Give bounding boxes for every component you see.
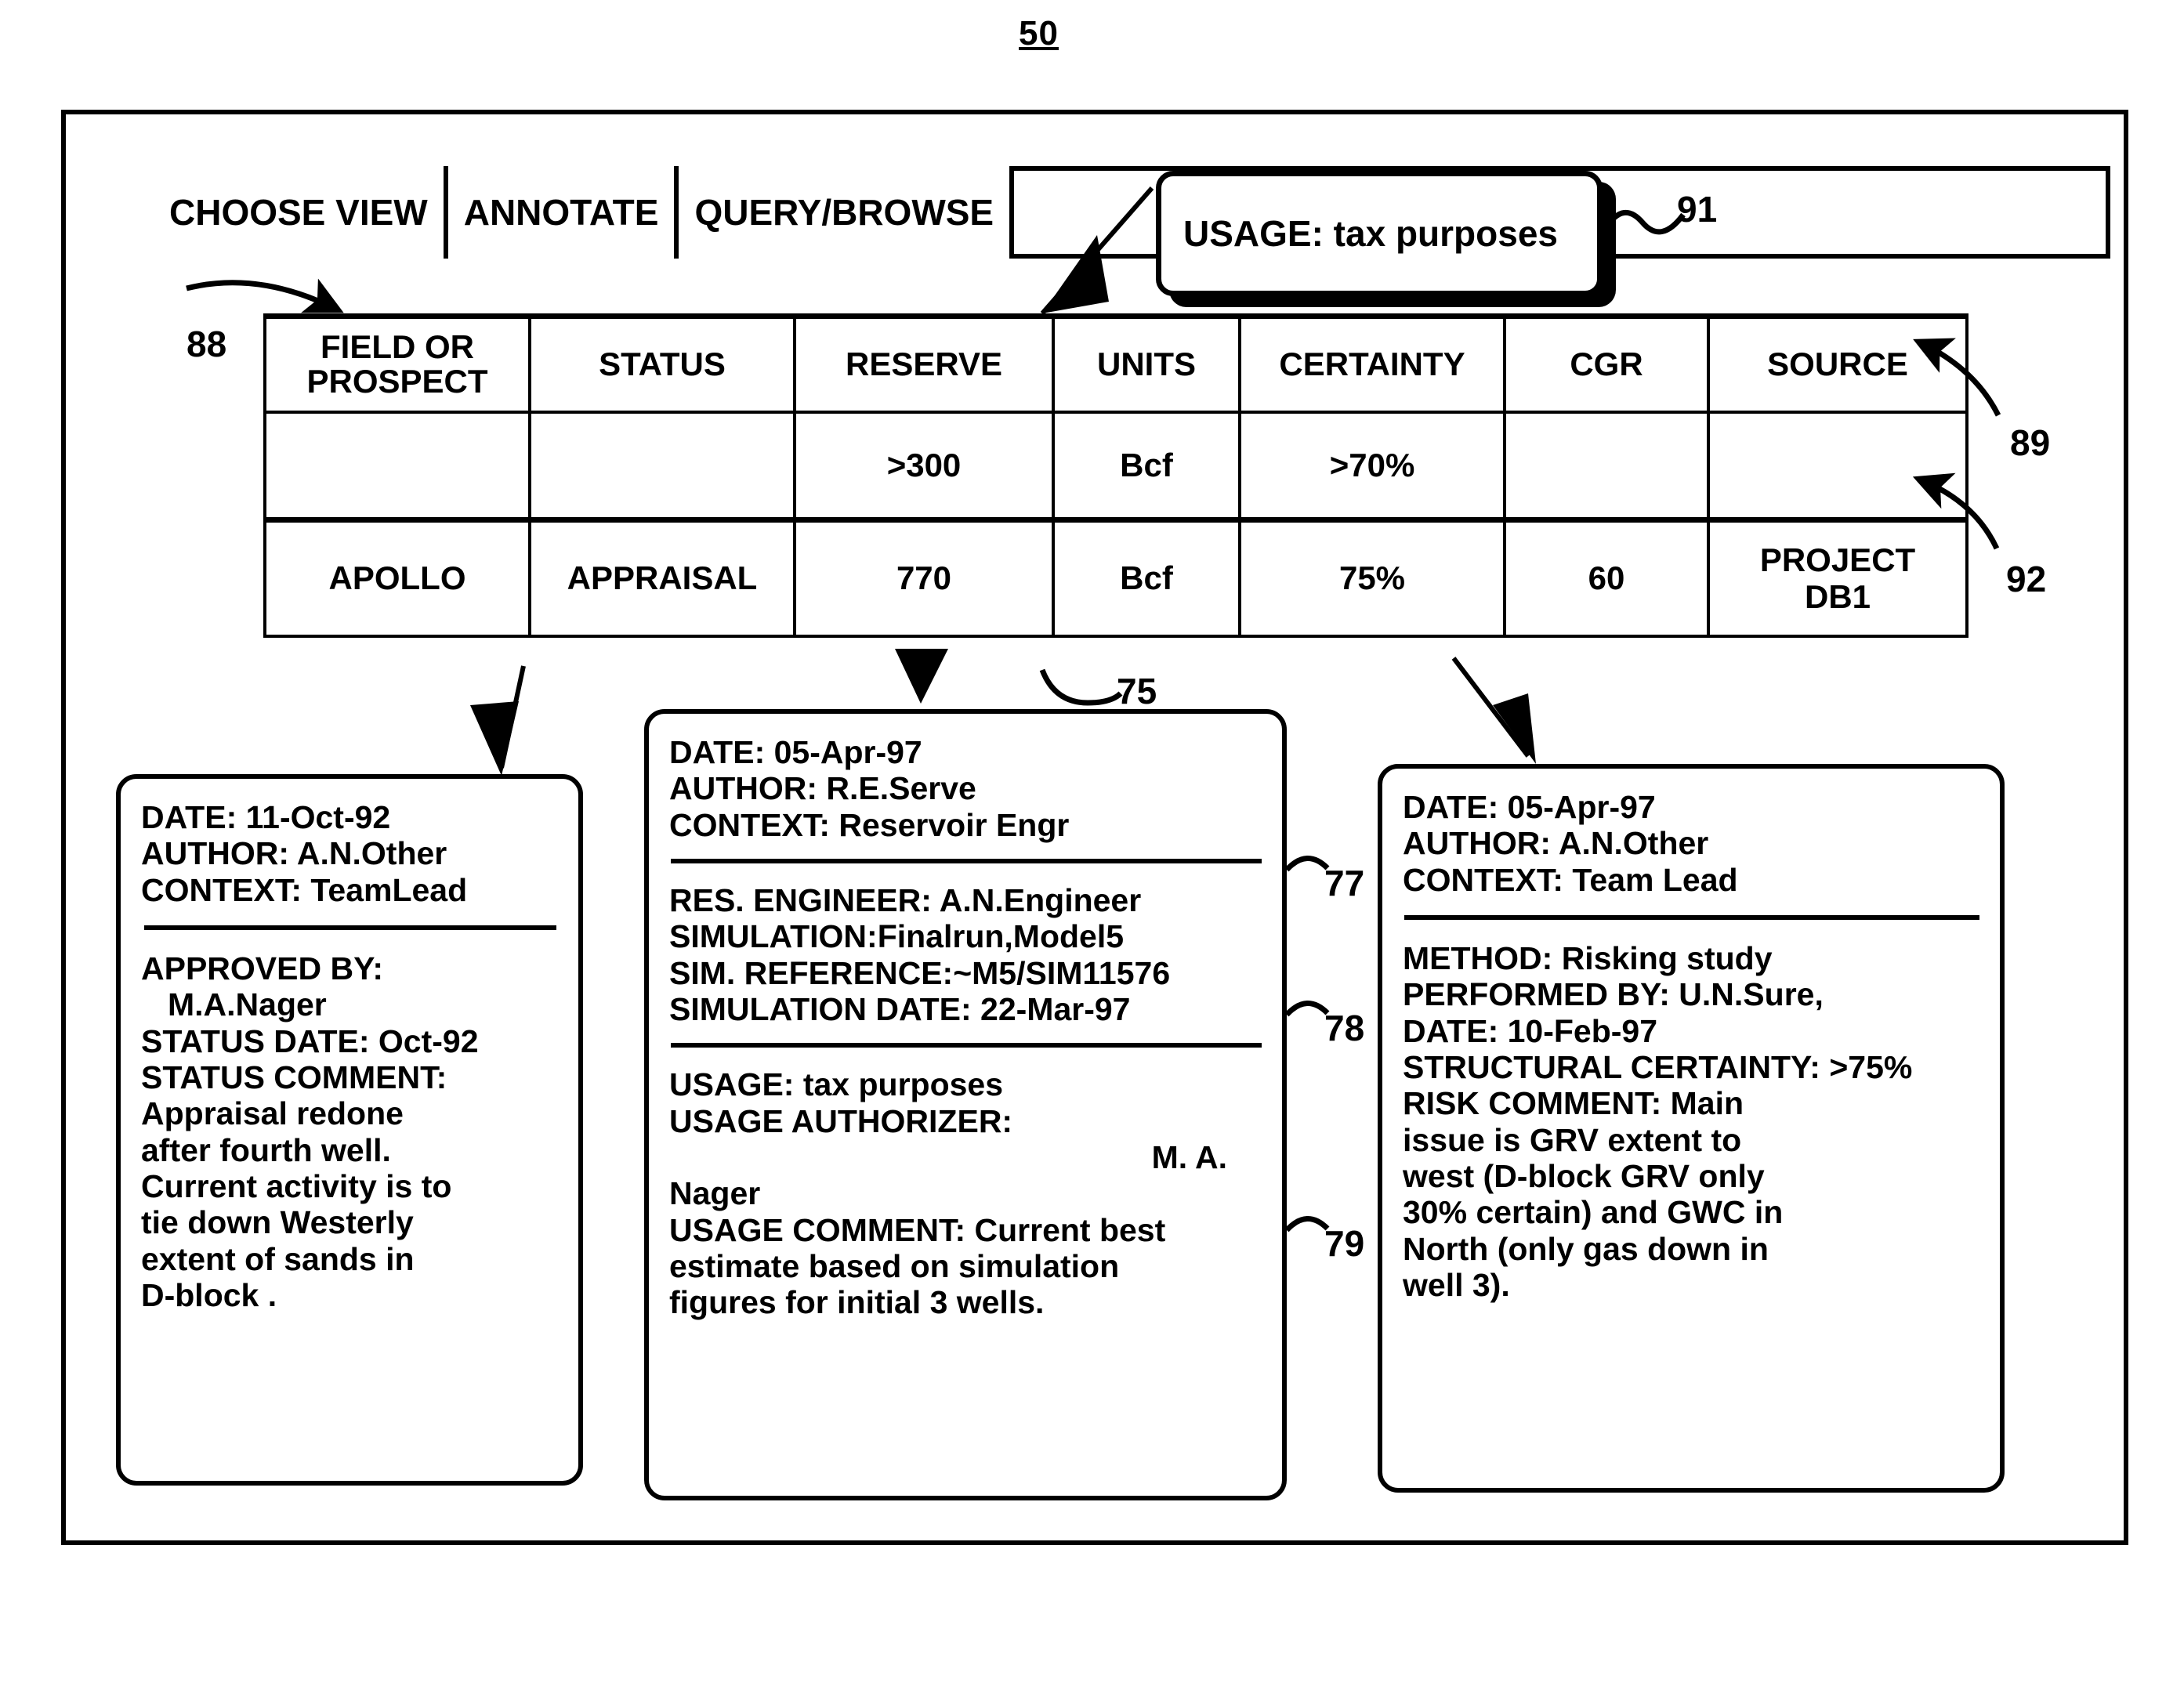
usage-tooltip-popup[interactable]: USAGE: tax purposes [1156, 171, 1603, 296]
annotation-approved-by-value: M.A.Nager [168, 986, 327, 1023]
cell-field-or-prospect[interactable] [263, 410, 531, 522]
annotation-status-comment-line: extent of sands in [141, 1240, 415, 1277]
annotation-risk-comment-line: issue is GRV extent to [1403, 1121, 1742, 1158]
reference-numeral-77: 77 [1324, 863, 1365, 903]
annotation-risk-comment-line: well 3). [1403, 1266, 1510, 1303]
reserves-data-table: FIELD OR PROSPECT STATUS RESERVE UNITS C… [263, 313, 1968, 638]
reference-numeral-92: 92 [2006, 559, 2047, 599]
annotation-sim-reference: SIM. REFERENCE:~M5/SIM11576 [669, 954, 1171, 991]
annotation-risk-comment-line: 30% certain) and GWC in [1403, 1194, 1784, 1231]
annotation-usage-comment-line: figures for initial 3 wells. [669, 1284, 1045, 1321]
annotation-status-comment-line: after fourth well. [141, 1131, 391, 1168]
reference-numeral-88: 88 [187, 324, 227, 364]
annotation-risk-comment-line: RISK COMMENT: Main [1403, 1085, 1744, 1122]
annotation-divider [144, 925, 556, 930]
column-header-cgr[interactable]: CGR [1503, 313, 1710, 414]
annotation-approved-by-label: APPROVED BY: [141, 950, 384, 986]
annotation-res-engineer: RES. ENGINEER: A.N.Engineer [669, 881, 1142, 918]
cell-units[interactable]: Bcf [1052, 517, 1241, 638]
cell-status[interactable]: APPRAISAL [528, 517, 796, 638]
usage-tooltip-text: USAGE: tax purposes [1183, 213, 1558, 254]
cell-reserve[interactable]: 770 [793, 517, 1055, 638]
cell-cgr[interactable]: 60 [1503, 517, 1710, 638]
menu-item-choose-view[interactable]: CHOOSE VIEW [154, 166, 448, 259]
cell-certainty[interactable]: >70% [1238, 410, 1506, 522]
column-header-units[interactable]: UNITS [1052, 313, 1241, 414]
cell-source[interactable] [1707, 410, 1968, 522]
cell-reserve[interactable]: >300 [793, 410, 1055, 522]
annotation-method: METHOD: Risking study [1403, 939, 1773, 976]
annotation-usage-authorizer-value: M. A. [1151, 1138, 1227, 1175]
annotation-status-date: STATUS DATE: Oct-92 [141, 1022, 479, 1059]
annotation-author: AUTHOR: A.N.Other [141, 835, 447, 872]
cell-source-line: PROJECT [1759, 541, 1916, 579]
column-header-certainty[interactable]: CERTAINTY [1238, 313, 1506, 414]
annotation-status-comment-line: Appraisal redone [141, 1095, 404, 1132]
table-row[interactable]: >300 Bcf >70% [263, 410, 1968, 522]
annotation-usage: USAGE: tax purposes [669, 1066, 1004, 1103]
annotation-date: DATE: 11-Oct-92 [141, 799, 391, 835]
annotation-risk-comment-line: west (D-block GRV only [1403, 1157, 1765, 1194]
cell-status[interactable] [528, 410, 796, 522]
annotation-date: DATE: 05-Apr-97 [669, 734, 922, 770]
annotation-author: AUTHOR: A.N.Other [1403, 825, 1709, 862]
table-header: FIELD OR PROSPECT STATUS RESERVE UNITS C… [263, 313, 1968, 414]
column-header-source[interactable]: SOURCE [1707, 313, 1968, 414]
column-header-status[interactable]: STATUS [528, 313, 796, 414]
annotation-simulation-date: SIMULATION DATE: 22-Mar-97 [669, 990, 1131, 1027]
annotation-date: DATE: 05-Apr-97 [1403, 789, 1656, 825]
annotation-usage-comment-line: estimate based on simulation [669, 1247, 1120, 1284]
annotation-status-comment-line: tie down Westerly [141, 1204, 414, 1241]
menu-item-query-browse[interactable]: QUERY/BROWSE [679, 166, 1015, 259]
annotation-card-certainty[interactable]: DATE: 05-Apr-97 AUTHOR: A.N.Other CONTEX… [1378, 764, 2005, 1493]
menu-bar-items: CHOOSE VIEW ANNOTATE QUERY/BROWSE [154, 166, 1015, 259]
cell-cgr[interactable] [1503, 410, 1710, 522]
annotation-divider [671, 1043, 1262, 1048]
cell-source-line: DB1 [1804, 578, 1871, 616]
reference-numeral-75: 75 [1117, 671, 1157, 711]
annotation-author: AUTHOR: R.E.Serve [669, 770, 976, 807]
annotation-status-comment-label: STATUS COMMENT: [141, 1059, 447, 1095]
table-header-row: FIELD OR PROSPECT STATUS RESERVE UNITS C… [263, 313, 1968, 414]
annotation-simulation: SIMULATION:Finalrun,Model5 [669, 918, 1125, 955]
reference-numeral-91: 91 [1677, 189, 1718, 230]
annotation-risk-comment-line: North (only gas down in [1403, 1230, 1769, 1267]
table-row[interactable]: APOLLO APPRAISAL 770 Bcf 75% 60 PROJECT … [263, 517, 1968, 638]
annotation-divider [1404, 914, 1979, 920]
annotation-card-reserve[interactable]: DATE: 05-Apr-97 AUTHOR: R.E.Serve CONTEX… [644, 709, 1287, 1500]
reference-numeral-78: 78 [1324, 1008, 1365, 1048]
reference-numeral-89: 89 [2010, 422, 2051, 463]
annotation-card-status[interactable]: DATE: 11-Oct-92 AUTHOR: A.N.Other CONTEX… [116, 774, 583, 1486]
annotation-divider [671, 858, 1262, 863]
cell-units[interactable]: Bcf [1052, 410, 1241, 522]
column-header-reserve[interactable]: RESERVE [793, 313, 1055, 414]
annotation-status-comment-line: D-block . [141, 1276, 277, 1313]
annotation-usage-comment-line: USAGE COMMENT: Current best [669, 1211, 1166, 1248]
column-header-field-or-prospect[interactable]: FIELD OR PROSPECT [263, 313, 531, 414]
annotation-structural-certainty: STRUCTURAL CERTAINTY: >75% [1403, 1048, 1913, 1085]
column-header-line: PROSPECT [306, 363, 488, 400]
annotation-usage-authorizer-surname: Nager [669, 1175, 761, 1212]
column-header-line: FIELD OR [321, 328, 474, 366]
cell-field-or-prospect[interactable]: APOLLO [263, 517, 531, 638]
cell-source[interactable]: PROJECT DB1 [1707, 517, 1968, 638]
annotation-context: CONTEXT: Team Lead [1403, 861, 1738, 898]
menu-item-annotate[interactable]: ANNOTATE [447, 166, 679, 259]
annotation-method-date: DATE: 10-Feb-97 [1403, 1012, 1658, 1049]
cell-certainty[interactable]: 75% [1238, 517, 1506, 638]
reference-numeral-79: 79 [1324, 1223, 1365, 1264]
figure-number: 50 [1019, 14, 1059, 52]
annotation-performed-by: PERFORMED BY: U.N.Sure, [1403, 976, 1824, 1013]
annotation-context: CONTEXT: Reservoir Engr [669, 806, 1070, 843]
annotation-usage-authorizer-label: USAGE AUTHORIZER: [669, 1102, 1013, 1139]
annotation-status-comment-line: Current activity is to [141, 1167, 452, 1204]
annotation-context: CONTEXT: TeamLead [141, 871, 468, 908]
table-body: >300 Bcf >70% APOLLO APPRAISAL 770 Bcf 7… [263, 410, 1968, 638]
